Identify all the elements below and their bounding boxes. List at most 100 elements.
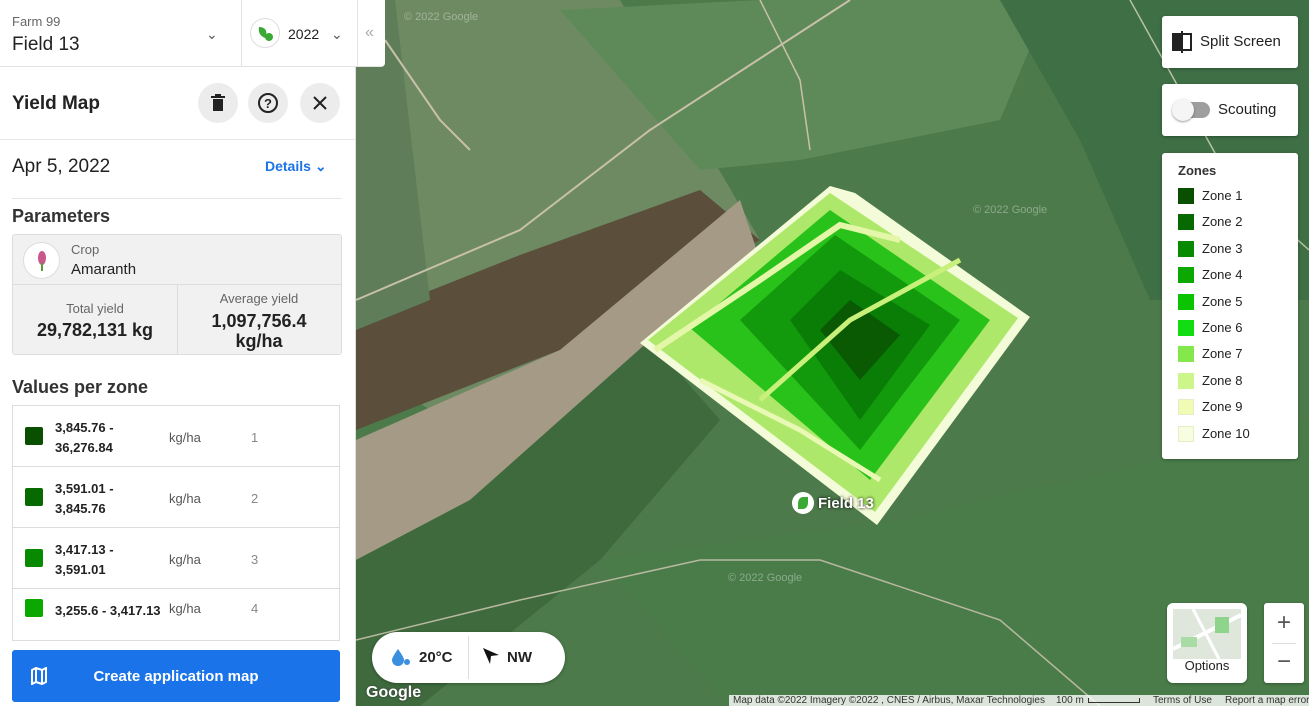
chevron-down-icon: ⌄ — [314, 158, 327, 174]
legend-label: Zone 2 — [1202, 214, 1243, 230]
map-attribution-bar: Map data ©2022 Imagery ©2022 , CNES / Ai… — [729, 695, 1309, 706]
total-yield-value: 29,782,131 kg — [36, 320, 154, 340]
zone-unit: kg/ha — [169, 430, 201, 445]
legend-swatch — [1178, 320, 1194, 336]
toggle-knob — [1172, 99, 1194, 121]
wind-direction: NW — [507, 649, 532, 666]
details-toggle[interactable]: Details ⌄ — [265, 158, 327, 175]
yield-date: Apr 5, 2022 — [12, 156, 111, 177]
temperature: 20°C — [419, 649, 453, 666]
parameters-heading: Parameters — [12, 206, 111, 226]
help-button[interactable]: ? — [248, 83, 288, 123]
weather-widget[interactable]: 20°C NW — [372, 632, 565, 683]
panel-title: Yield Map — [12, 93, 100, 114]
amaranth-icon — [23, 242, 60, 279]
crop-label: Crop — [71, 242, 100, 257]
legend-label: Zone 8 — [1202, 372, 1243, 388]
zone-color-swatch — [25, 549, 43, 567]
map-layer-icon — [1173, 609, 1241, 659]
zone-number: 4 — [251, 601, 259, 616]
zone-number: 3 — [251, 552, 259, 567]
trash-icon — [211, 94, 225, 111]
crop-summary-card: Crop Amaranth Total yield 29,782,131 kg … — [12, 234, 342, 355]
legend-label: Zone 9 — [1202, 399, 1243, 415]
legend-label: Zone 1 — [1202, 188, 1243, 203]
legend-label: Zone 4 — [1202, 267, 1243, 283]
zoom-out-button[interactable]: − — [1264, 643, 1304, 683]
collapse-panel-icon[interactable]: « — [365, 24, 374, 42]
field-selector[interactable]: Field 13 — [12, 34, 80, 56]
zone-row[interactable]: 3,591.01 -3,845.76 kg/ha 2 — [13, 467, 339, 528]
field-map-label[interactable]: Field 13 — [792, 492, 874, 515]
svg-text:?: ? — [264, 96, 272, 111]
scouting-toggle[interactable]: Scouting — [1162, 84, 1298, 136]
zone-range: 3,591.01 -3,845.76 — [55, 481, 114, 516]
divider — [241, 0, 242, 67]
scale-bar — [1087, 698, 1140, 703]
help-icon: ? — [258, 93, 278, 113]
map-options-button[interactable]: Options — [1167, 603, 1247, 683]
zone-row[interactable]: 3,845.76 -36,276.84 kg/ha 1 — [13, 406, 339, 467]
zoom-in-button[interactable]: + — [1264, 603, 1304, 643]
zone-range: 3,845.76 -36,276.84 — [55, 420, 114, 455]
map-icon — [31, 667, 47, 685]
legend-swatch — [1178, 372, 1194, 389]
legend-label: Zone 10 — [1202, 425, 1250, 441]
close-button[interactable] — [300, 83, 340, 123]
legend-swatch — [1178, 399, 1194, 416]
farm-name: Farm 99 — [12, 14, 61, 29]
zone-range: 3,417.13 -3,591.01 — [55, 542, 114, 577]
zone-unit: kg/ha — [169, 552, 201, 567]
legend-label: Zone 7 — [1202, 346, 1243, 362]
legend-swatch — [1178, 214, 1194, 231]
legend-swatch — [1178, 293, 1194, 310]
map-attribution: Map data ©2022 Imagery ©2022 , CNES / Ai… — [733, 695, 1045, 706]
zone-number: 2 — [251, 491, 259, 506]
create-application-map-button[interactable]: Create application map — [12, 650, 340, 702]
chevron-down-icon[interactable]: ⌄ — [331, 26, 343, 43]
map-watermark: © 2022 Google — [404, 11, 479, 23]
legend-swatch — [1178, 346, 1194, 363]
terms-link[interactable]: Terms of Use — [1153, 695, 1212, 706]
crop-icon — [250, 18, 280, 48]
map-watermark: © 2022 Google — [728, 572, 803, 584]
legend-swatch — [1178, 267, 1194, 284]
legend-label: Zone 3 — [1202, 240, 1243, 256]
crop-value: Amaranth — [71, 261, 137, 278]
average-yield-unit: kg/ha — [235, 331, 283, 351]
zone-color-swatch — [25, 488, 43, 506]
split-screen-button[interactable]: Split Screen — [1162, 16, 1298, 68]
total-yield-label: Total yield — [66, 301, 124, 316]
zone-color-swatch — [25, 599, 43, 617]
divider — [468, 636, 469, 679]
delete-button[interactable] — [198, 83, 238, 123]
crop-icon — [792, 492, 814, 514]
report-map-error-link[interactable]: Report a map error — [1225, 695, 1309, 706]
zone-unit: kg/ha — [169, 491, 201, 506]
map-scale[interactable]: 100 m — [1056, 695, 1140, 706]
divider — [357, 0, 358, 67]
zones-legend: Zones Zone 1 Zone 2 Zone 3 Zone 4 Zone 5 Zone… — [1162, 153, 1298, 459]
zone-row[interactable]: 3,417.13 -3,591.01 kg/ha 3 — [13, 528, 339, 589]
divider — [0, 139, 356, 140]
field-selector-bar: Farm 99 Field 13 ⌄ 2022 ⌄ « — [0, 0, 385, 67]
map-watermark: © 2022 Google — [973, 204, 1048, 216]
zone-color-swatch — [25, 427, 43, 445]
divider — [12, 198, 342, 199]
zone-values-list: 3,845.76 -36,276.84 kg/ha 1 3,591.01 -3,845… — [12, 405, 340, 641]
zone-row[interactable]: 3,255.6 - 3,417.13 kg/ha 4 — [13, 589, 339, 640]
zone-unit: kg/ha — [169, 601, 201, 616]
google-logo: Google — [366, 684, 422, 701]
split-screen-icon — [1172, 31, 1192, 53]
rain-icon — [392, 649, 410, 666]
values-per-zone-heading: Values per zone — [12, 377, 149, 397]
legend-label: Zone 5 — [1202, 293, 1243, 309]
legend-swatch — [1178, 188, 1194, 204]
average-yield-value: 1,097,756.4 — [211, 311, 307, 331]
chevron-down-icon[interactable]: ⌄ — [206, 26, 218, 43]
legend-label: Zone 6 — [1202, 320, 1243, 335]
legend-swatch — [1178, 425, 1194, 442]
season-selector[interactable]: 2022 — [288, 26, 319, 42]
average-yield-label: Average yield — [219, 291, 299, 306]
zone-range: 3,255.6 - 3,417.13 — [55, 603, 161, 618]
